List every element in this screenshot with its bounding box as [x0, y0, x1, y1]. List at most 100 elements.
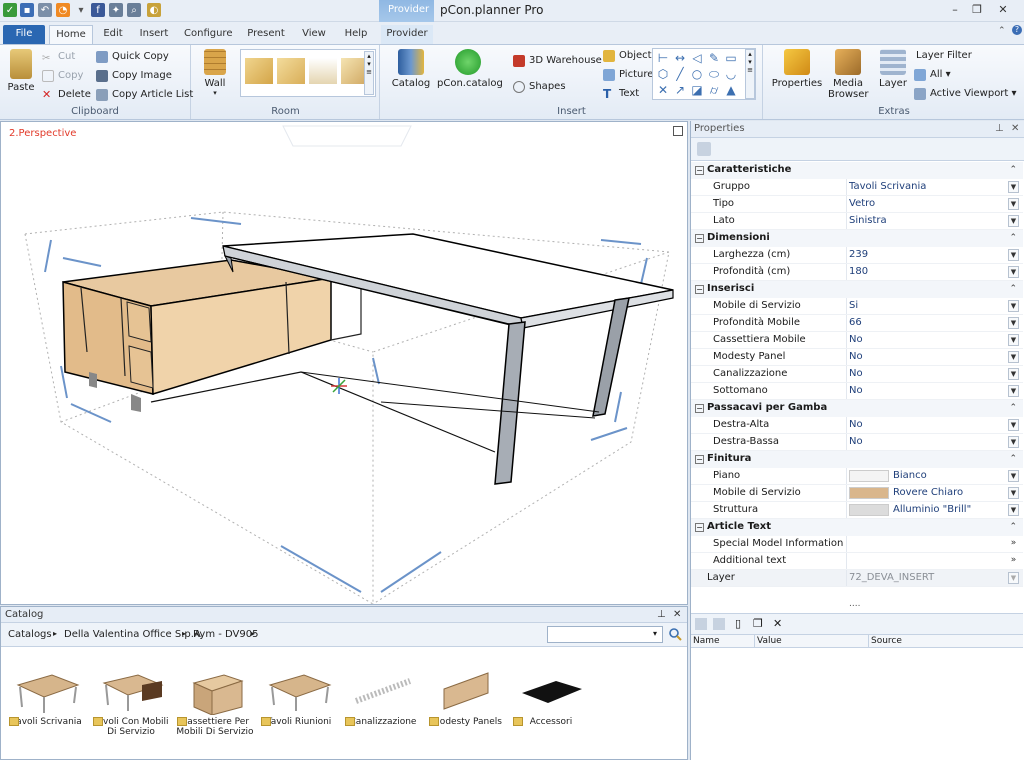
tab-configure[interactable]: Configure: [184, 25, 232, 44]
shape-rectangle-icon[interactable]: ▭: [724, 51, 738, 65]
property-row[interactable]: Profondità Mobile 66 ▼: [691, 315, 1023, 332]
property-row[interactable]: Mobile di Servizio Rovere Chiaro ▼: [691, 485, 1023, 502]
dropdown-icon[interactable]: ▼: [1008, 470, 1019, 482]
property-row[interactable]: Cassettiera Mobile No ▼: [691, 332, 1023, 349]
dropdown-icon[interactable]: ▼: [1008, 487, 1019, 499]
shape-box-icon[interactable]: ◪: [690, 83, 704, 97]
property-row[interactable]: Additional text »: [691, 553, 1023, 570]
tab-present[interactable]: Present: [247, 25, 285, 44]
tab-edit[interactable]: Edit: [100, 25, 126, 44]
render-icon[interactable]: ◐: [147, 3, 161, 17]
help-icon[interactable]: ?: [1012, 25, 1022, 35]
property-row[interactable]: Profondità (cm) 180 ▼: [691, 264, 1023, 281]
chevron-up-icon[interactable]: ⌃: [1009, 451, 1017, 467]
shape-arrow-icon[interactable]: ↗: [673, 83, 687, 97]
property-value[interactable]: No: [849, 349, 1009, 365]
pcon-catalog-button[interactable]: pCon.catalog: [437, 49, 503, 89]
facebook-icon[interactable]: f: [91, 3, 105, 17]
chevron-up-icon[interactable]: ⌃: [1009, 400, 1017, 416]
collapse-icon[interactable]: −: [695, 285, 704, 294]
property-row[interactable]: Sottomano No ▼: [691, 383, 1023, 400]
collapse-icon[interactable]: −: [695, 166, 704, 175]
3d-scene[interactable]: [1, 122, 687, 604]
room-u-shape-icon[interactable]: [277, 58, 305, 84]
zoom-icon[interactable]: ⌕: [127, 3, 141, 17]
room-gallery[interactable]: [240, 49, 376, 97]
section-inserisci[interactable]: − Inserisci ⌃: [691, 281, 1023, 298]
cut-button[interactable]: ✂ Cut: [42, 49, 75, 65]
paste-button[interactable]: Paste: [6, 49, 36, 93]
layer-value[interactable]: 72_DEVA_INSERT: [849, 570, 1009, 586]
shape-arc-icon[interactable]: ◡: [724, 67, 738, 81]
dropdown-icon[interactable]: ▾: [74, 3, 88, 17]
property-value[interactable]: 66: [849, 315, 1009, 331]
tab-view[interactable]: View: [300, 25, 328, 44]
column-header-source[interactable]: Source: [869, 635, 1023, 647]
new-document-icon[interactable]: ▯: [735, 617, 741, 630]
active-viewport-button[interactable]: Active Viewport ▾: [914, 86, 1017, 102]
shape-line-icon[interactable]: ⊢: [656, 51, 670, 65]
shape-hexagon-icon[interactable]: ⬡: [656, 67, 670, 81]
dropdown-icon[interactable]: ▼: [1008, 317, 1019, 329]
shape-pencil-icon[interactable]: ✎: [707, 51, 721, 65]
copy-button[interactable]: Copy: [42, 68, 83, 84]
close-button[interactable]: ✕: [992, 2, 1014, 18]
catalog-close-icon[interactable]: ✕: [673, 607, 681, 622]
delete-button[interactable]: ✕ Delete: [42, 87, 91, 103]
room-floor-icon[interactable]: [309, 58, 337, 84]
expand-icon[interactable]: »: [1008, 538, 1019, 550]
undo-icon[interactable]: ↶: [38, 3, 52, 17]
pin-icon[interactable]: ⊥: [657, 607, 666, 622]
layer-row[interactable]: Layer 72_DEVA_INSERT ▼: [691, 570, 1023, 587]
shape-ellipse-icon[interactable]: ⬭: [707, 67, 721, 81]
section-article-text[interactable]: − Article Text ⌃: [691, 519, 1023, 536]
property-value[interactable]: No: [849, 366, 1009, 382]
dropdown-icon[interactable]: ▼: [1008, 351, 1019, 363]
dropdown-icon[interactable]: ▼: [1008, 504, 1019, 516]
shapes-button[interactable]: Shapes: [513, 79, 566, 95]
property-row[interactable]: Canalizzazione No ▼: [691, 366, 1023, 383]
dropdown-icon[interactable]: ▼: [1008, 300, 1019, 312]
properties-button[interactable]: Properties: [770, 49, 824, 89]
restore-button[interactable]: ❐: [966, 2, 988, 18]
layer-button[interactable]: Layer: [876, 49, 910, 89]
property-value[interactable]: No: [849, 417, 1009, 433]
tab-file[interactable]: File: [3, 25, 45, 44]
property-value[interactable]: Vetro: [849, 196, 1009, 212]
breadcrumb-series[interactable]: Rym - DV905: [193, 629, 258, 640]
property-value[interactable]: No: [849, 383, 1009, 399]
section-caratteristiche[interactable]: − Caratteristiche ⌃: [691, 162, 1023, 179]
layer-filter-button[interactable]: Layer Filter: [914, 48, 972, 64]
property-row[interactable]: Tipo Vetro ▼: [691, 196, 1023, 213]
shape-cross-icon[interactable]: ✕: [656, 83, 670, 97]
property-value[interactable]: No: [849, 434, 1009, 450]
property-value[interactable]: [849, 553, 1009, 569]
shape-cylinder-icon[interactable]: ⌭: [707, 83, 721, 97]
collapse-icon[interactable]: −: [695, 523, 704, 532]
navigation-overlay[interactable]: [282, 125, 412, 147]
pin-icon[interactable]: ⊥: [995, 121, 1004, 137]
media-browser-button[interactable]: Media Browser: [828, 49, 869, 100]
property-row[interactable]: Destra-Alta No ▼: [691, 417, 1023, 434]
tab-help[interactable]: Help: [342, 25, 370, 44]
shape-circle-icon[interactable]: ○: [690, 67, 704, 81]
column-header-value[interactable]: Value: [755, 635, 869, 647]
property-value[interactable]: Tavoli Scrivania: [849, 179, 1009, 195]
search-dropdown-icon[interactable]: ▾: [653, 629, 657, 638]
chevron-up-icon[interactable]: ⌃: [1009, 162, 1017, 178]
properties-close-icon[interactable]: ✕: [1011, 121, 1019, 137]
chevron-up-icon[interactable]: ⌃: [1009, 519, 1017, 535]
search-icon[interactable]: [668, 627, 682, 641]
property-value[interactable]: Sinistra: [849, 213, 1009, 229]
property-row[interactable]: Modesty Panel No ▼: [691, 349, 1023, 366]
property-value[interactable]: 180: [849, 264, 1009, 280]
property-row[interactable]: Gruppo Tavoli Scrivania ▼: [691, 179, 1023, 196]
property-value[interactable]: Alluminio "Brill": [849, 502, 1009, 518]
wall-button[interactable]: Wall ▾: [198, 49, 232, 97]
catalog-button[interactable]: Catalog: [391, 49, 431, 89]
ribbon-collapse-icon[interactable]: ⌃: [998, 26, 1006, 36]
maximize-viewport-icon[interactable]: [673, 126, 683, 136]
dropdown-icon[interactable]: ▼: [1008, 385, 1019, 397]
room-gallery-scroll[interactable]: ▴ ▾ ≡: [364, 51, 374, 95]
property-row[interactable]: Destra-Bassa No ▼: [691, 434, 1023, 451]
